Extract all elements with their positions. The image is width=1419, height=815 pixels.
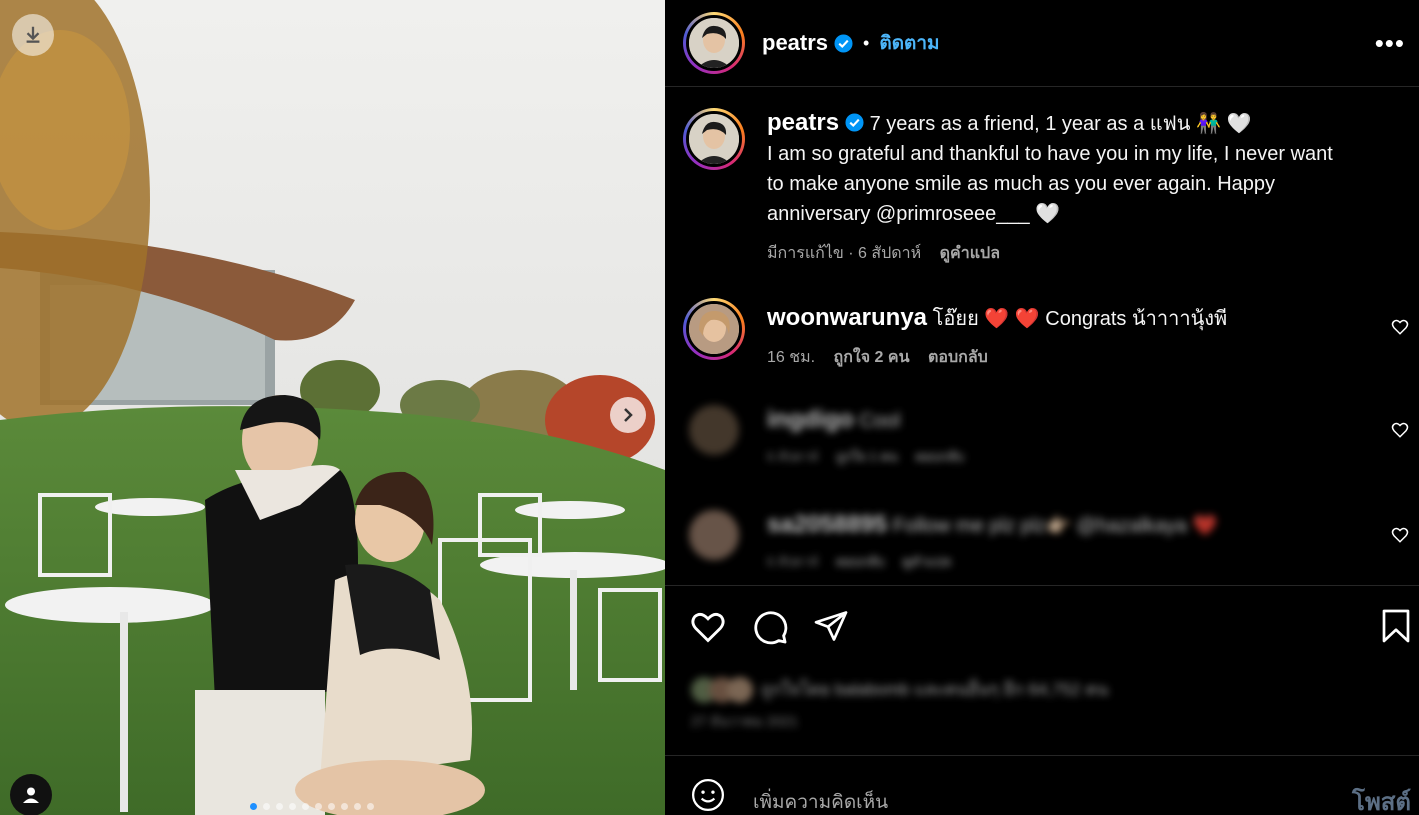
couple-photo: [0, 0, 665, 815]
carousel-dot: [263, 803, 270, 810]
tagged-users-button[interactable]: [10, 774, 52, 815]
comment-time[interactable]: 6 สัปดาห์: [767, 449, 818, 464]
comment-username[interactable]: sa2058895: [767, 511, 887, 538]
commenter-avatar[interactable]: [683, 298, 745, 360]
follow-button[interactable]: ติดตาม: [879, 28, 939, 58]
caption-username[interactable]: peatrs: [767, 109, 839, 136]
reply-button[interactable]: ตอบกลับ: [836, 554, 885, 569]
commenter-avatar[interactable]: [689, 405, 739, 455]
comment-username[interactable]: woonwarunya: [767, 304, 927, 331]
download-icon: [26, 26, 40, 43]
reply-button[interactable]: ตอบกลับ: [915, 449, 964, 464]
comment-icon[interactable]: [751, 608, 789, 646]
liker-avatars: [691, 676, 761, 703]
avatar-image: [689, 304, 739, 354]
comment-likes[interactable]: ถูกใจ 1 คน: [836, 449, 898, 464]
author-avatar[interactable]: [683, 12, 745, 74]
share-icon[interactable]: [813, 608, 849, 644]
post-comment-button[interactable]: โพสต์: [1352, 782, 1411, 815]
comment-time[interactable]: 6 สัปดาห์: [767, 554, 818, 569]
meta-dot: ·: [843, 245, 859, 262]
carousel-dot: [302, 803, 309, 810]
carousel-dot: [341, 803, 348, 810]
carousel-next-button[interactable]: [610, 397, 646, 433]
chevron-right-icon: [624, 408, 633, 422]
reply-button[interactable]: ตอบกลับ: [928, 349, 988, 366]
post-date[interactable]: 27 ธันวาคม 2021: [691, 711, 798, 733]
save-bookmark-icon[interactable]: [1380, 608, 1412, 644]
comment-like-icon[interactable]: [1391, 526, 1409, 544]
caption-line-4: anniversary @primroseee___ 🤍: [767, 203, 1061, 225]
author-username[interactable]: peatrs: [762, 30, 828, 56]
likes-summary[interactable]: ถูกใจโดย balabomb และคนอื่นๆ อีก 64,752 …: [691, 676, 1108, 703]
commenter-avatar[interactable]: [689, 510, 739, 560]
caption-line-3: to make anyone smile as much as you ever…: [767, 173, 1276, 195]
comment-username[interactable]: ingdigo: [767, 406, 854, 433]
translate-button[interactable]: ดูคำแปล: [940, 245, 1000, 262]
comment-item: ingdigo Cool 6 สัปดาห์ ถูกใจ 1 คน ตอบกลั…: [683, 405, 1409, 467]
post-header: peatrs • ติดตาม •••: [665, 0, 1419, 87]
carousel-dot: [315, 803, 322, 810]
caption-line-2: I am so grateful and thankful to have yo…: [767, 143, 1333, 165]
post-actions: ถูกใจโดย balabomb และคนอื่นๆ อีก 64,752 …: [665, 585, 1419, 755]
comment-text: Follow me plz plz👉🏻 @hazalkaya ❤️: [892, 515, 1218, 537]
comment-likes[interactable]: ถูกใจ 2 คน: [834, 349, 910, 366]
edited-label: มีการแก้ไข: [767, 245, 844, 262]
comment-time[interactable]: 16 ชม.: [767, 349, 815, 366]
comment-item: woonwarunya โอ๊ยย ❤️ ❤️ Congrats น้าาาาน…: [683, 298, 1409, 370]
comment-item: sa2058895 Follow me plz plz👉🏻 @hazalkaya…: [683, 510, 1409, 572]
caption-time[interactable]: 6 สัปดาห์: [858, 245, 921, 262]
translate-button[interactable]: ดูคำแปล: [902, 554, 951, 569]
comment-composer: เพิ่มความคิดเห็น โพสต์: [665, 755, 1419, 815]
download-button[interactable]: [12, 14, 54, 56]
emoji-icon[interactable]: [691, 778, 725, 812]
carousel-dot: [367, 803, 374, 810]
avatar-image: [689, 18, 739, 68]
user-icon: [23, 787, 39, 803]
like-icon[interactable]: [689, 608, 727, 646]
caption-avatar[interactable]: [683, 108, 745, 170]
carousel-dot: [289, 803, 296, 810]
post-photo[interactable]: [0, 0, 665, 815]
avatar-image: [689, 114, 739, 164]
header-separator: •: [863, 32, 870, 53]
comment-like-icon[interactable]: [1391, 421, 1409, 439]
carousel-dot: [276, 803, 283, 810]
comment-text: Cool: [859, 410, 901, 432]
carousel-dot: [354, 803, 361, 810]
carousel-dot: [328, 803, 335, 810]
post-side-panel: peatrs • ติดตาม ••• peatrs 7 years as a: [665, 0, 1419, 815]
carousel-indicator: [250, 803, 374, 810]
comment-like-icon[interactable]: [1391, 318, 1409, 336]
more-options-button[interactable]: •••: [1375, 28, 1405, 59]
comment-input[interactable]: เพิ่มความคิดเห็น: [753, 787, 888, 815]
comment-text: โอ๊ยย ❤️ ❤️ Congrats น้าาาานุ้งพี: [932, 308, 1228, 330]
verified-badge-icon: [834, 33, 853, 53]
verified-badge-icon: [845, 113, 864, 132]
likes-count-text: ถูกใจโดย balabomb และคนอื่นๆ อีก 64,752 …: [761, 680, 1109, 699]
caption-line-1: 7 years as a friend, 1 year as a แฟน 👫 🤍: [869, 113, 1252, 135]
carousel-dot: [250, 803, 257, 810]
caption: peatrs 7 years as a friend, 1 year as a …: [683, 108, 1403, 266]
